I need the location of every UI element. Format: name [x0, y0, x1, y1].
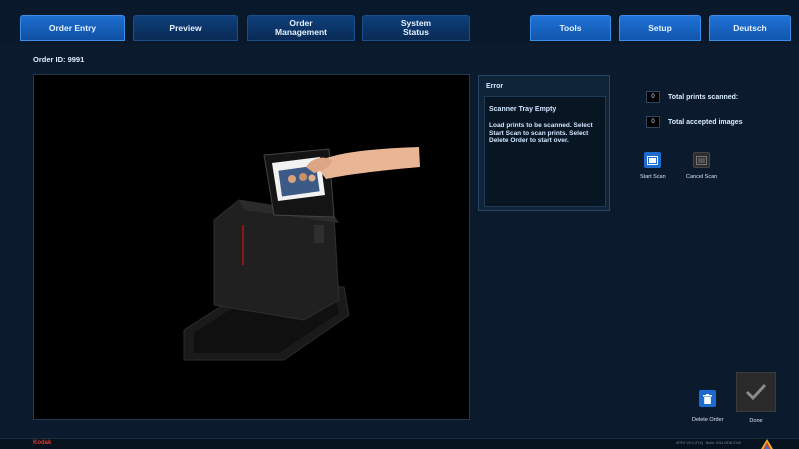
- cancel-scan-button[interactable]: Cancel Scan: [686, 152, 717, 180]
- checkmark-icon: [745, 383, 767, 401]
- order-id-label: Order ID: 9991: [33, 55, 85, 64]
- start-scan-label: Start Scan: [640, 174, 666, 180]
- kodak-logo: Kodak: [33, 440, 52, 446]
- error-message: Load prints to be scanned. Select Start …: [489, 122, 593, 144]
- scanner-icon: [644, 152, 662, 168]
- total-prints-scanned-value: 0: [646, 91, 660, 103]
- total-accepted-images-value: 0: [646, 116, 660, 128]
- total-accepted-images: 0 Total accepted images: [646, 116, 743, 128]
- total-prints-scanned-label: Total prints scanned:: [668, 93, 739, 101]
- error-title: Error: [486, 83, 504, 90]
- tab-tools[interactable]: Tools: [530, 15, 611, 41]
- tab-order-management[interactable]: Order Management: [247, 15, 355, 41]
- build-info: APEX V6.0 (T10) · Build: 2014.0918.0149: [676, 441, 741, 445]
- delete-order-button[interactable]: Delete Order: [692, 390, 724, 423]
- top-navigation: Order Entry Preview Order Management Sys…: [0, 0, 799, 44]
- footer-bar: Kodak APEX V6.0 (T10) · Build: 2014.0918…: [0, 438, 799, 449]
- error-message-box: Scanner Tray Empty Load prints to be sca…: [484, 96, 606, 207]
- scanner-cancel-icon: [693, 152, 711, 168]
- scanner-illustration: [183, 147, 420, 361]
- start-scan-button[interactable]: Start Scan: [640, 152, 666, 180]
- tab-system-status[interactable]: System Status: [362, 15, 470, 41]
- done-label: Done: [749, 418, 763, 424]
- tab-preview[interactable]: Preview: [133, 15, 238, 41]
- scanner-illustration-panel: [33, 74, 470, 420]
- done-button[interactable]: [736, 372, 776, 412]
- total-accepted-images-label: Total accepted images: [668, 118, 743, 126]
- tab-setup[interactable]: Setup: [619, 15, 701, 41]
- delete-order-label: Delete Order: [692, 417, 724, 423]
- apex-logo-icon: [761, 439, 773, 449]
- total-prints-scanned: 0 Total prints scanned:: [646, 91, 738, 103]
- cancel-scan-label: Cancel Scan: [686, 174, 718, 180]
- tab-language-deutsch[interactable]: Deutsch: [709, 15, 791, 41]
- trash-icon: [699, 390, 717, 407]
- error-panel: Error Scanner Tray Empty Load prints to …: [478, 75, 610, 211]
- tab-order-entry[interactable]: Order Entry: [20, 15, 125, 41]
- error-heading: Scanner Tray Empty: [489, 106, 557, 113]
